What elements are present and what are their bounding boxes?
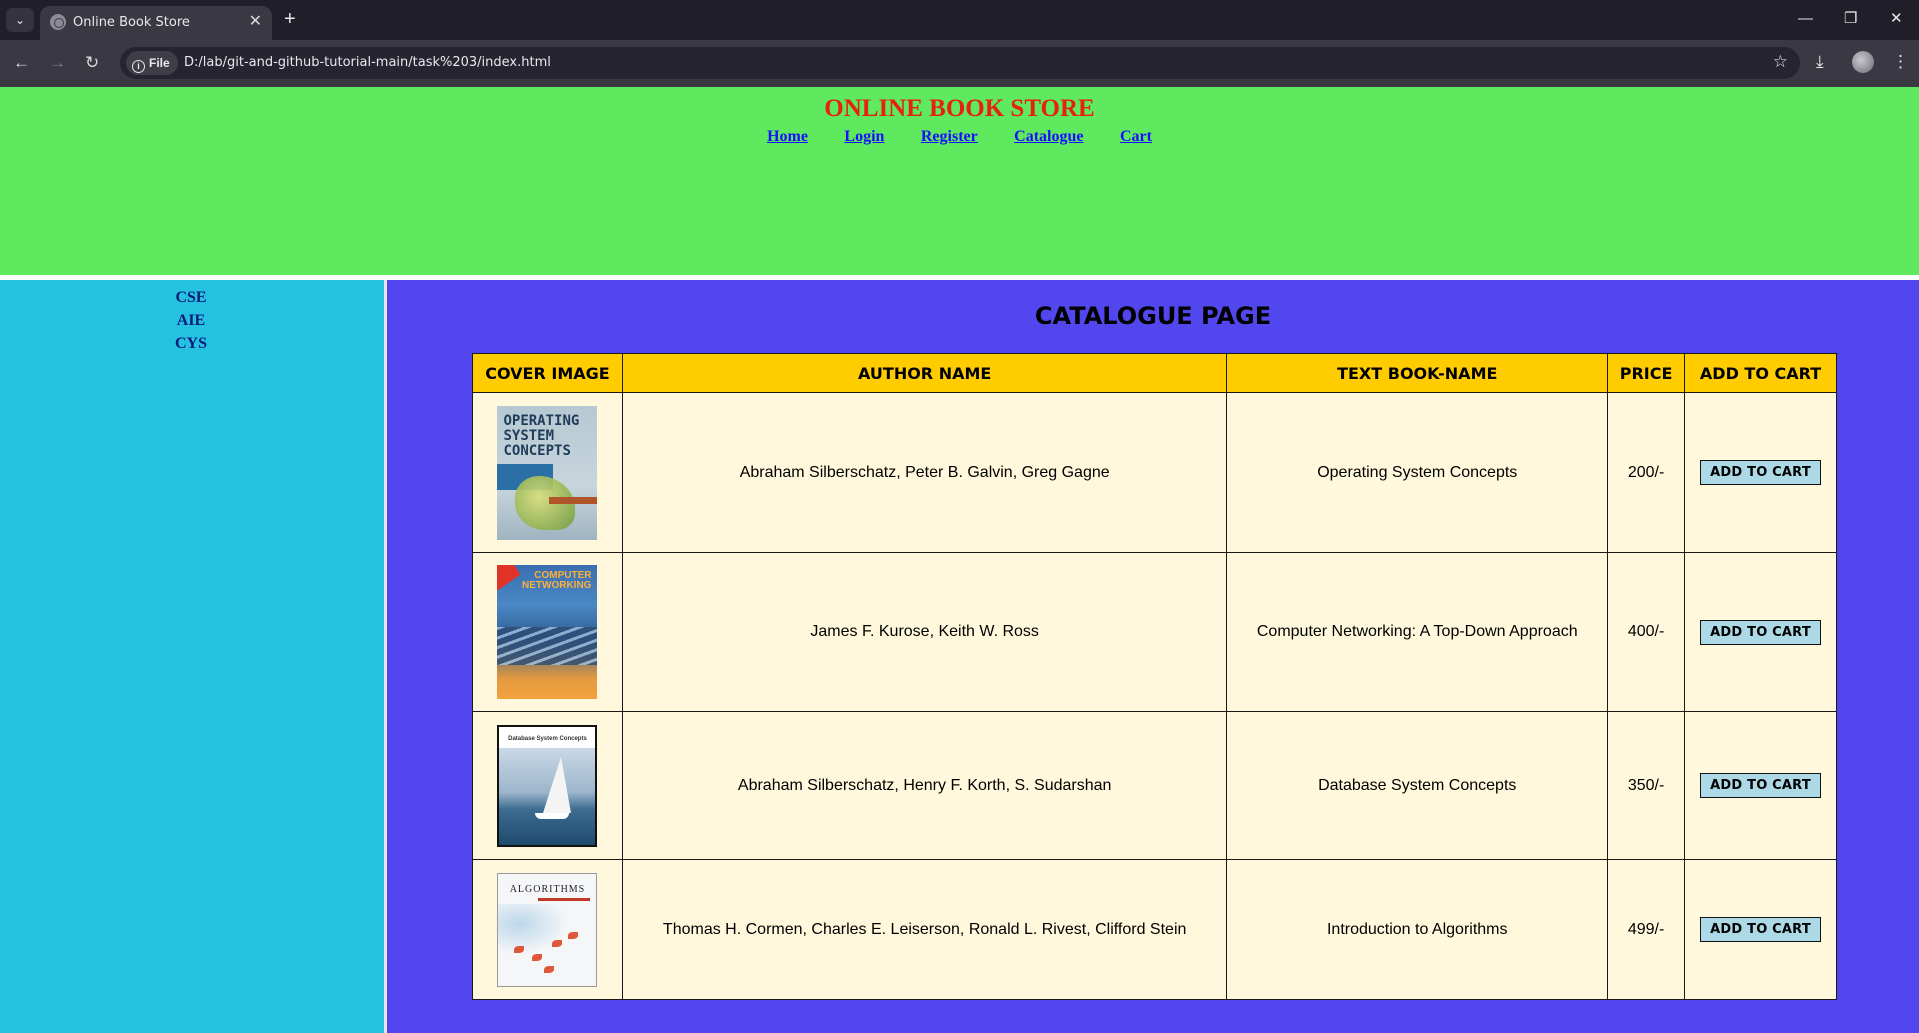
top-navigation: Home Login Register Catalogue Cart — [0, 128, 1919, 146]
cover-title: Database System Concepts — [508, 735, 587, 742]
price-cell: 200/- — [1607, 392, 1686, 553]
browser-tab-strip: ⌄ Online Book Store ✕ + — ❐ ✕ — [0, 0, 1919, 40]
profile-avatar[interactable] — [1852, 51, 1874, 73]
cart-cell: ADD TO CART — [1684, 859, 1837, 1000]
nav-home-link[interactable]: Home — [767, 128, 808, 145]
nav-login-link[interactable]: Login — [844, 128, 884, 145]
sidebar-item-cse[interactable]: CSE — [0, 289, 382, 307]
download-icon[interactable]: ⤓ — [1816, 51, 1824, 73]
cover-cell: OPERATING SYSTEM CONCEPTS — [472, 392, 623, 553]
site-info-chip[interactable]: i File — [126, 51, 178, 75]
book-cover-image: Database System Concepts — [497, 724, 598, 847]
column-header-add-to-cart: ADD TO CART — [1684, 353, 1837, 393]
url-text[interactable]: D:/lab/git-and-github-tutorial-main/task… — [184, 55, 551, 70]
cart-cell: ADD TO CART — [1684, 552, 1837, 712]
author-cell: Thomas H. Cormen, Charles E. Leiserson, … — [621, 859, 1228, 1000]
main-content: CATALOGUE PAGE COVER IMAGE AUTHOR NAME T… — [387, 280, 1919, 1033]
price-cell: 499/- — [1607, 859, 1686, 1000]
table-row: COMPUTER NETWORKING James F. Kurose, Kei… — [472, 552, 1837, 712]
title-cell: Operating System Concepts — [1226, 392, 1609, 553]
cart-cell: ADD TO CART — [1684, 392, 1837, 553]
back-icon[interactable]: ← — [13, 52, 30, 74]
column-header-price: PRICE — [1607, 353, 1686, 393]
nav-cart-link[interactable]: Cart — [1120, 128, 1152, 145]
menu-kebab-icon[interactable]: ⋮ — [1892, 51, 1909, 73]
nav-register-link[interactable]: Register — [921, 128, 978, 145]
column-header-author: AUTHOR NAME — [621, 353, 1228, 393]
price-cell: 400/- — [1607, 552, 1686, 712]
minimize-icon[interactable]: — — [1798, 8, 1813, 30]
book-cover-image: OPERATING SYSTEM CONCEPTS — [497, 405, 598, 540]
close-tab-icon[interactable]: ✕ — [249, 12, 262, 32]
forward-icon[interactable]: → — [49, 52, 66, 74]
book-cover-image: ALGORITHMS — [497, 872, 598, 987]
sidebar-item-cys[interactable]: CYS — [0, 335, 382, 353]
author-cell: Abraham Silberschatz, Peter B. Galvin, G… — [621, 392, 1228, 553]
browser-toolbar: ← → ↻ i File D:/lab/git-and-github-tutori… — [0, 40, 1919, 87]
column-header-cover: COVER IMAGE — [472, 353, 623, 393]
reload-icon[interactable]: ↻ — [85, 52, 99, 74]
add-to-cart-button[interactable]: ADD TO CART — [1700, 619, 1821, 645]
site-header: ONLINE BOOK STORE Home Login Register Ca… — [0, 87, 1919, 275]
info-icon: i — [132, 60, 145, 73]
add-to-cart-button[interactable]: ADD TO CART — [1700, 917, 1821, 942]
tab-search-chevron-icon[interactable]: ⌄ — [6, 8, 34, 32]
add-to-cart-button[interactable]: ADD TO CART — [1700, 460, 1821, 485]
page-heading: CATALOGUE PAGE — [1034, 302, 1272, 330]
tab-title: Online Book Store — [73, 15, 190, 30]
cover-title: OPERATING SYSTEM CONCEPTS — [503, 412, 580, 459]
cart-cell: ADD TO CART — [1684, 711, 1837, 860]
title-cell: Computer Networking: A Top-Down Approach — [1226, 552, 1609, 712]
table-header-row: COVER IMAGE AUTHOR NAME TEXT BOOK-NAME P… — [472, 353, 1837, 393]
table-row: ALGORITHMS Thomas H. Cormen, Charles E. … — [472, 859, 1837, 1000]
browser-tab[interactable]: Online Book Store ✕ — [40, 6, 272, 40]
globe-icon — [50, 14, 66, 30]
title-cell: Database System Concepts — [1226, 711, 1609, 860]
cover-cell: ALGORITHMS — [472, 859, 623, 1000]
site-info-label: File — [149, 56, 170, 70]
site-title: ONLINE BOOK STORE — [824, 95, 1095, 122]
new-tab-icon[interactable]: + — [284, 7, 296, 31]
address-bar[interactable]: i File D:/lab/git-and-github-tutorial-mai… — [120, 47, 1800, 79]
column-header-title: TEXT BOOK-NAME — [1226, 353, 1609, 393]
web-page: ONLINE BOOK STORE Home Login Register Ca… — [0, 87, 1919, 1033]
price-cell: 350/- — [1607, 711, 1686, 860]
cover-cell: Database System Concepts — [472, 711, 623, 860]
add-to-cart-button[interactable]: ADD TO CART — [1700, 773, 1821, 798]
table-row: OPERATING SYSTEM CONCEPTS Abraham Silber… — [472, 392, 1837, 553]
nav-catalogue-link[interactable]: Catalogue — [1014, 128, 1083, 145]
cover-cell: COMPUTER NETWORKING — [472, 552, 623, 712]
sidebar: CSE AIE CYS — [0, 280, 384, 1033]
bookmark-star-icon[interactable]: ☆ — [1773, 52, 1788, 72]
author-cell: Abraham Silberschatz, Henry F. Korth, S.… — [621, 711, 1228, 860]
cover-title: ALGORITHMS — [509, 883, 586, 895]
author-cell: James F. Kurose, Keith W. Ross — [621, 552, 1228, 712]
restore-icon[interactable]: ❐ — [1844, 8, 1857, 30]
table-row: Database System Concepts Abraham Silbers… — [472, 711, 1837, 860]
book-cover-image: COMPUTER NETWORKING — [497, 565, 598, 699]
title-cell: Introduction to Algorithms — [1226, 859, 1609, 1000]
cover-title: COMPUTER NETWORKING — [522, 570, 592, 591]
sidebar-item-aie[interactable]: AIE — [0, 312, 382, 330]
catalogue-table: COVER IMAGE AUTHOR NAME TEXT BOOK-NAME P… — [472, 353, 1837, 1000]
window-close-icon[interactable]: ✕ — [1890, 8, 1903, 30]
